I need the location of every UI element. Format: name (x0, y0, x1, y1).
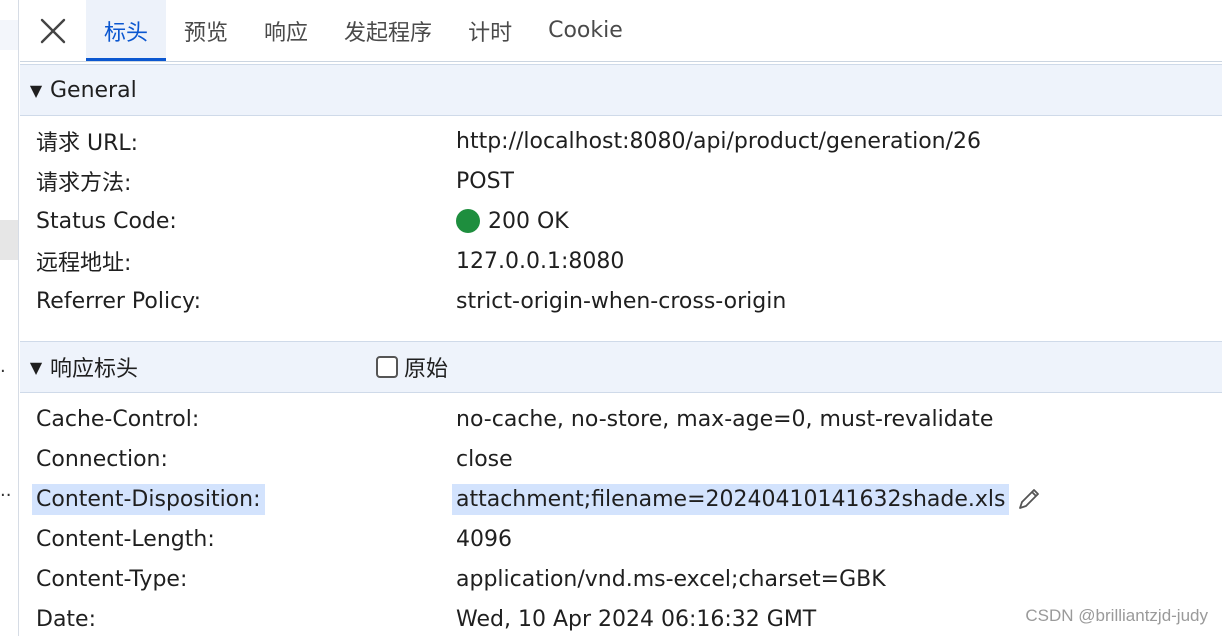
header-row-request-method: 请求方法: POST (36, 161, 1222, 201)
header-row-status-code: Status Code: 200 OK (36, 201, 1222, 241)
header-name: Status Code: (36, 208, 177, 234)
tab-timing[interactable]: 计时 (450, 0, 530, 61)
section-title: General (50, 77, 137, 103)
header-name: Referrer Policy: (36, 288, 201, 314)
header-value-wrap: attachment;filename=20240410141632shade.… (452, 483, 1043, 515)
tab-response[interactable]: 响应 (246, 0, 326, 61)
header-value: application/vnd.ms-excel;charset=GBK (456, 566, 886, 592)
list-row[interactable] (0, 20, 18, 50)
header-value-highlighted: attachment;filename=20240410141632shade.… (452, 483, 1010, 515)
close-button[interactable] (20, 0, 86, 61)
tab-bar: 标头 预览 响应 发起程序 计时 Cookie (20, 0, 1222, 62)
header-row-request-url: 请求 URL: http://localhost:8080/api/produc… (36, 121, 1222, 161)
header-row-content-type: Content-Type: application/vnd.ms-excel;c… (36, 559, 1222, 599)
tab-preview[interactable]: 预览 (166, 0, 246, 61)
raw-checkbox[interactable] (376, 356, 398, 378)
header-row-remote-address: 远程地址: 127.0.0.1:8080 (36, 241, 1222, 281)
header-row-content-disposition: Content-Disposition: attachment;filename… (32, 479, 1222, 519)
tab-initiator[interactable]: 发起程序 (326, 0, 450, 61)
header-row-connection: Connection: close (36, 439, 1222, 479)
caret-down-icon[interactable]: ▼ (22, 358, 50, 377)
close-icon (40, 18, 66, 43)
general-section-header[interactable]: ▼ General (20, 64, 1222, 116)
truncated-text: . (0, 356, 6, 377)
header-name: 远程地址: (36, 251, 132, 276)
header-name: Cache-Control: (36, 406, 200, 432)
header-name: Content-Length: (36, 526, 215, 552)
status-ok-icon (456, 209, 480, 233)
list-row-selected[interactable] (0, 220, 18, 260)
header-name: Connection: (36, 446, 168, 472)
header-name: 请求 URL: (36, 131, 139, 156)
tab-cookies[interactable]: Cookie (530, 0, 641, 61)
header-value: http://localhost:8080/api/product/genera… (456, 128, 982, 154)
header-value: 4096 (456, 526, 512, 552)
header-value: POST (456, 168, 514, 194)
tab-headers[interactable]: 标头 (86, 0, 167, 61)
caret-down-icon[interactable]: ▼ (22, 81, 50, 100)
header-value: 127.0.0.1:8080 (456, 248, 625, 274)
watermark: CSDN @brilliantzjd-judy (1025, 606, 1208, 625)
header-name: 请求方法: (36, 171, 132, 196)
raw-label: 原始 (404, 357, 449, 382)
pencil-icon (1019, 489, 1040, 509)
header-value: no-cache, no-store, max-age=0, must-reva… (456, 406, 994, 432)
header-value-status: 200 OK (456, 209, 569, 234)
header-row-content-length: Content-Length: 4096 (36, 519, 1222, 559)
header-value: close (456, 446, 513, 472)
header-name-highlighted: Content-Disposition: (32, 483, 265, 515)
devtools-network-headers-panel: . .. 标头 预览 响应 发起程序 计时 Cookie ▼ General 请… (0, 0, 1222, 636)
header-row-cache-control: Cache-Control: no-cache, no-store, max-a… (36, 399, 1222, 439)
header-value: Wed, 10 Apr 2024 06:16:32 GMT (456, 606, 817, 632)
header-name: Date: (36, 606, 96, 632)
raw-headers-toggle[interactable]: 原始 (376, 342, 448, 392)
truncated-text: .. (0, 480, 12, 501)
section-title: 响应标头 (50, 357, 139, 382)
request-list-strip: . .. (0, 0, 19, 636)
header-value: strict-origin-when-cross-origin (456, 288, 787, 314)
response-headers-section-header[interactable]: ▼ 响应标头 原始 (20, 341, 1222, 393)
status-text: 200 OK (488, 208, 569, 234)
edit-button[interactable] (1015, 485, 1043, 513)
header-row-referrer-policy: Referrer Policy: strict-origin-when-cros… (36, 281, 1222, 321)
header-name: Content-Type: (36, 566, 188, 592)
